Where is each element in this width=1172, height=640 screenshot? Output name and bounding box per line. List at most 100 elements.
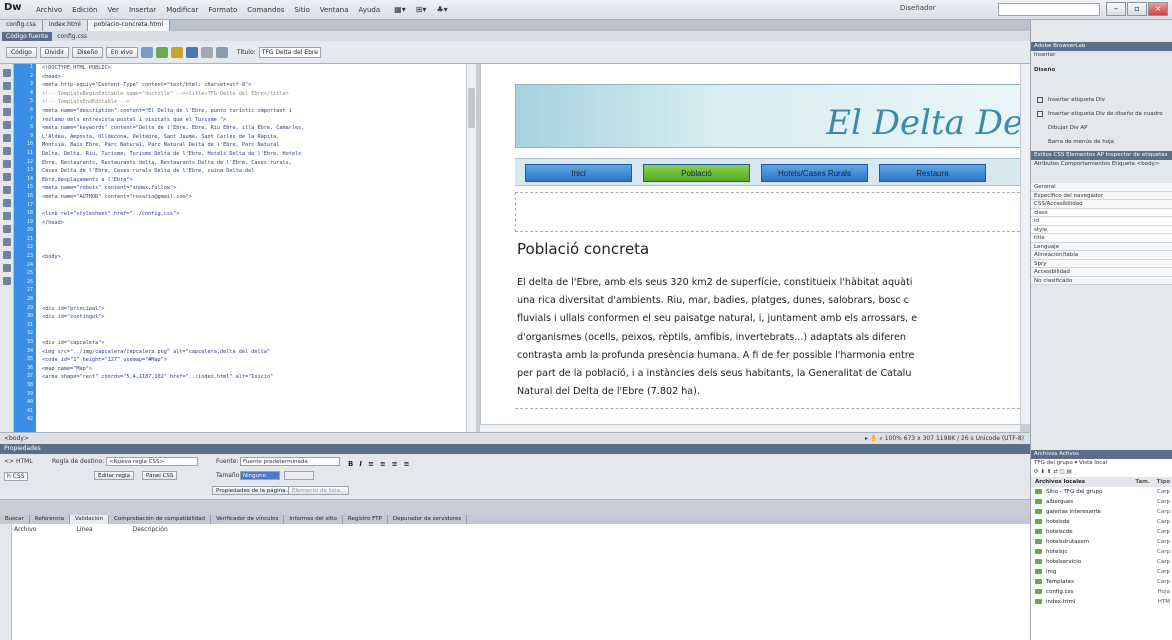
workspace-switcher[interactable]: Diseñador [900, 4, 936, 12]
extend-icon[interactable]: ⊞▾ [416, 5, 427, 14]
css-styles-header[interactable]: Estilos CSS Elementos AP Inspector de et… [1031, 151, 1172, 160]
file-row[interactable]: hotelsjc Carp [1031, 547, 1172, 557]
select-icon[interactable]: ▸ [865, 435, 868, 442]
file-row[interactable]: galerias interesante Carp [1031, 507, 1172, 517]
attr-row[interactable]: Específico del navegador [1031, 191, 1172, 200]
wrap-tag-icon[interactable] [3, 212, 11, 220]
tab-compatibilidad[interactable]: Comprobación de compatibilidad [109, 515, 211, 524]
page-properties-button[interactable]: Propiedades de la página... [212, 486, 295, 495]
indent-code-icon[interactable] [3, 251, 11, 259]
highlight-invalid-icon[interactable] [3, 160, 11, 168]
remove-comment-icon[interactable] [3, 199, 11, 207]
move-css-icon[interactable] [3, 238, 11, 246]
attr-row[interactable]: Alineación/tabla [1031, 251, 1172, 260]
align-left-icon[interactable]: ≡ [368, 460, 374, 468]
select-parent-tag-icon[interactable] [3, 121, 11, 129]
attr-row[interactable]: id [1031, 217, 1172, 226]
spry-menu-item[interactable]: Barra de menús de hoja [1031, 135, 1172, 149]
apply-comment-icon[interactable] [3, 186, 11, 194]
insert-div-item[interactable]: Insertar etiqueta Div [1031, 93, 1172, 107]
font-select[interactable]: Fuente predeterminada [240, 457, 340, 466]
code-scrollbar[interactable] [466, 64, 476, 432]
recent-snippets-icon[interactable] [3, 225, 11, 233]
file-row[interactable]: img Carp [1031, 567, 1172, 577]
align-right-icon[interactable]: ≡ [392, 460, 398, 468]
tab-depurador[interactable]: Depurador de servidores [388, 515, 468, 524]
code-view-button[interactable]: Código [6, 46, 37, 58]
file-row[interactable]: hotelscde Carp [1031, 527, 1172, 537]
zoom-icon[interactable]: ⌕ [879, 435, 882, 442]
attr-row[interactable]: Lenguaje [1031, 242, 1172, 251]
file-row[interactable]: hotelsdrutasem Carp [1031, 537, 1172, 547]
menu-comandos[interactable]: Comandos [247, 6, 284, 14]
tab-verificador[interactable]: Verificador de vínculos [211, 515, 285, 524]
file-row[interactable]: Sitio - TFG del grupo Carp [1031, 487, 1172, 497]
css-mode-label[interactable]: h CSS [4, 472, 28, 481]
tab-config-css[interactable]: config.css [0, 20, 43, 31]
live-code-icon[interactable] [140, 46, 153, 58]
tab-ftp[interactable]: Registro FTP [343, 515, 388, 524]
html-mode-label[interactable]: <> HTML [4, 458, 33, 465]
tag-inspector-tabs[interactable]: Atributos Comportamientos Etiqueta <body… [1031, 160, 1172, 169]
col-archivo[interactable]: Archivo [14, 526, 36, 533]
design-hscrollbar[interactable] [480, 424, 1020, 432]
tab-referencia[interactable]: Referencia [30, 515, 70, 524]
split-view-button[interactable]: Dividir [39, 46, 70, 58]
attr-row[interactable]: No clasificado [1031, 276, 1172, 285]
italic-icon[interactable]: I [359, 460, 362, 468]
outdent-code-icon[interactable] [3, 264, 11, 272]
file-row[interactable]: albergues Carp [1031, 497, 1172, 507]
col-linea[interactable]: Línea [76, 526, 92, 533]
code-editor[interactable]: <!DOCTYPE HTML PUBLIC> <head> <meta http-e… [36, 64, 466, 432]
attr-row[interactable]: General [1031, 183, 1172, 192]
attr-row[interactable]: CSS/Accesibilidad [1031, 200, 1172, 209]
nav-hotels[interactable]: Hotels/Cases Rurals [761, 164, 868, 182]
size-select[interactable]: Ninguno [240, 471, 280, 480]
format-source-icon[interactable] [3, 277, 11, 285]
nav-poblacio[interactable]: Població [643, 164, 750, 182]
inspect-icon[interactable] [155, 46, 168, 58]
insert-fluid-div-item[interactable]: Insertar etiqueta Div de diseño de cuadr… [1031, 107, 1172, 121]
menu-edicion[interactable]: Edición [72, 6, 97, 14]
refresh-icon[interactable] [215, 46, 228, 58]
tab-index-html[interactable]: index.html [42, 20, 88, 31]
menu-ayuda[interactable]: Ayuda [359, 6, 381, 14]
attr-row[interactable]: class [1031, 208, 1172, 217]
file-row[interactable]: index.html HTM [1031, 597, 1172, 607]
related-file-config[interactable]: config.css [57, 33, 87, 40]
syntax-error-icon[interactable] [3, 173, 11, 181]
design-view[interactable]: El Delta Del Inici Població Hotels/Cases… [480, 64, 1020, 424]
file-row[interactable]: config.css Hoja [1031, 587, 1172, 597]
tab-informes[interactable]: Informes del sitio [284, 515, 343, 524]
site-icon[interactable]: ♣▾ [436, 5, 447, 14]
balance-braces-icon[interactable] [3, 134, 11, 142]
close-button[interactable]: × [1148, 2, 1168, 16]
minimize-button[interactable]: – [1106, 2, 1126, 16]
files-header[interactable]: Archivos Activos [1031, 450, 1172, 459]
line-numbers-icon[interactable] [3, 147, 11, 155]
insert-category[interactable]: Diseño [1031, 66, 1172, 75]
code-scroll-thumb[interactable] [468, 88, 475, 128]
tag-selector[interactable]: <body> [4, 435, 29, 442]
menu-archivo[interactable]: Archivo [36, 6, 62, 14]
collapse-tag-icon[interactable] [3, 82, 11, 90]
files-site-select[interactable]: TFG del grupo ▾ Vista local [1031, 459, 1172, 468]
maximize-button[interactable]: ▫ [1127, 2, 1147, 16]
file-row[interactable]: hotelservicio Carp [1031, 557, 1172, 567]
menu-insertar[interactable]: Insertar [129, 6, 156, 14]
file-management-icon[interactable] [200, 46, 213, 58]
nav-restaurants[interactable]: Restaura [879, 164, 986, 182]
design-scrollbar[interactable] [1020, 64, 1030, 424]
tab-poblacio-concreta[interactable]: poblacio-concreta.html [87, 20, 171, 31]
attr-row[interactable]: Spry [1031, 259, 1172, 268]
menu-modificar[interactable]: Modificar [166, 6, 198, 14]
attr-row[interactable]: Accesibilidad [1031, 268, 1172, 277]
window-size[interactable]: 673 x 307 [904, 435, 934, 442]
hand-icon[interactable]: ✋ [870, 435, 877, 442]
align-center-icon[interactable]: ≡ [380, 460, 386, 468]
expand-all-icon[interactable] [3, 108, 11, 116]
zoom-level[interactable]: 100% [885, 435, 902, 442]
menu-formato[interactable]: Formato [208, 6, 237, 14]
menu-sitio[interactable]: Sitio [294, 6, 309, 14]
search-input[interactable] [998, 3, 1100, 16]
